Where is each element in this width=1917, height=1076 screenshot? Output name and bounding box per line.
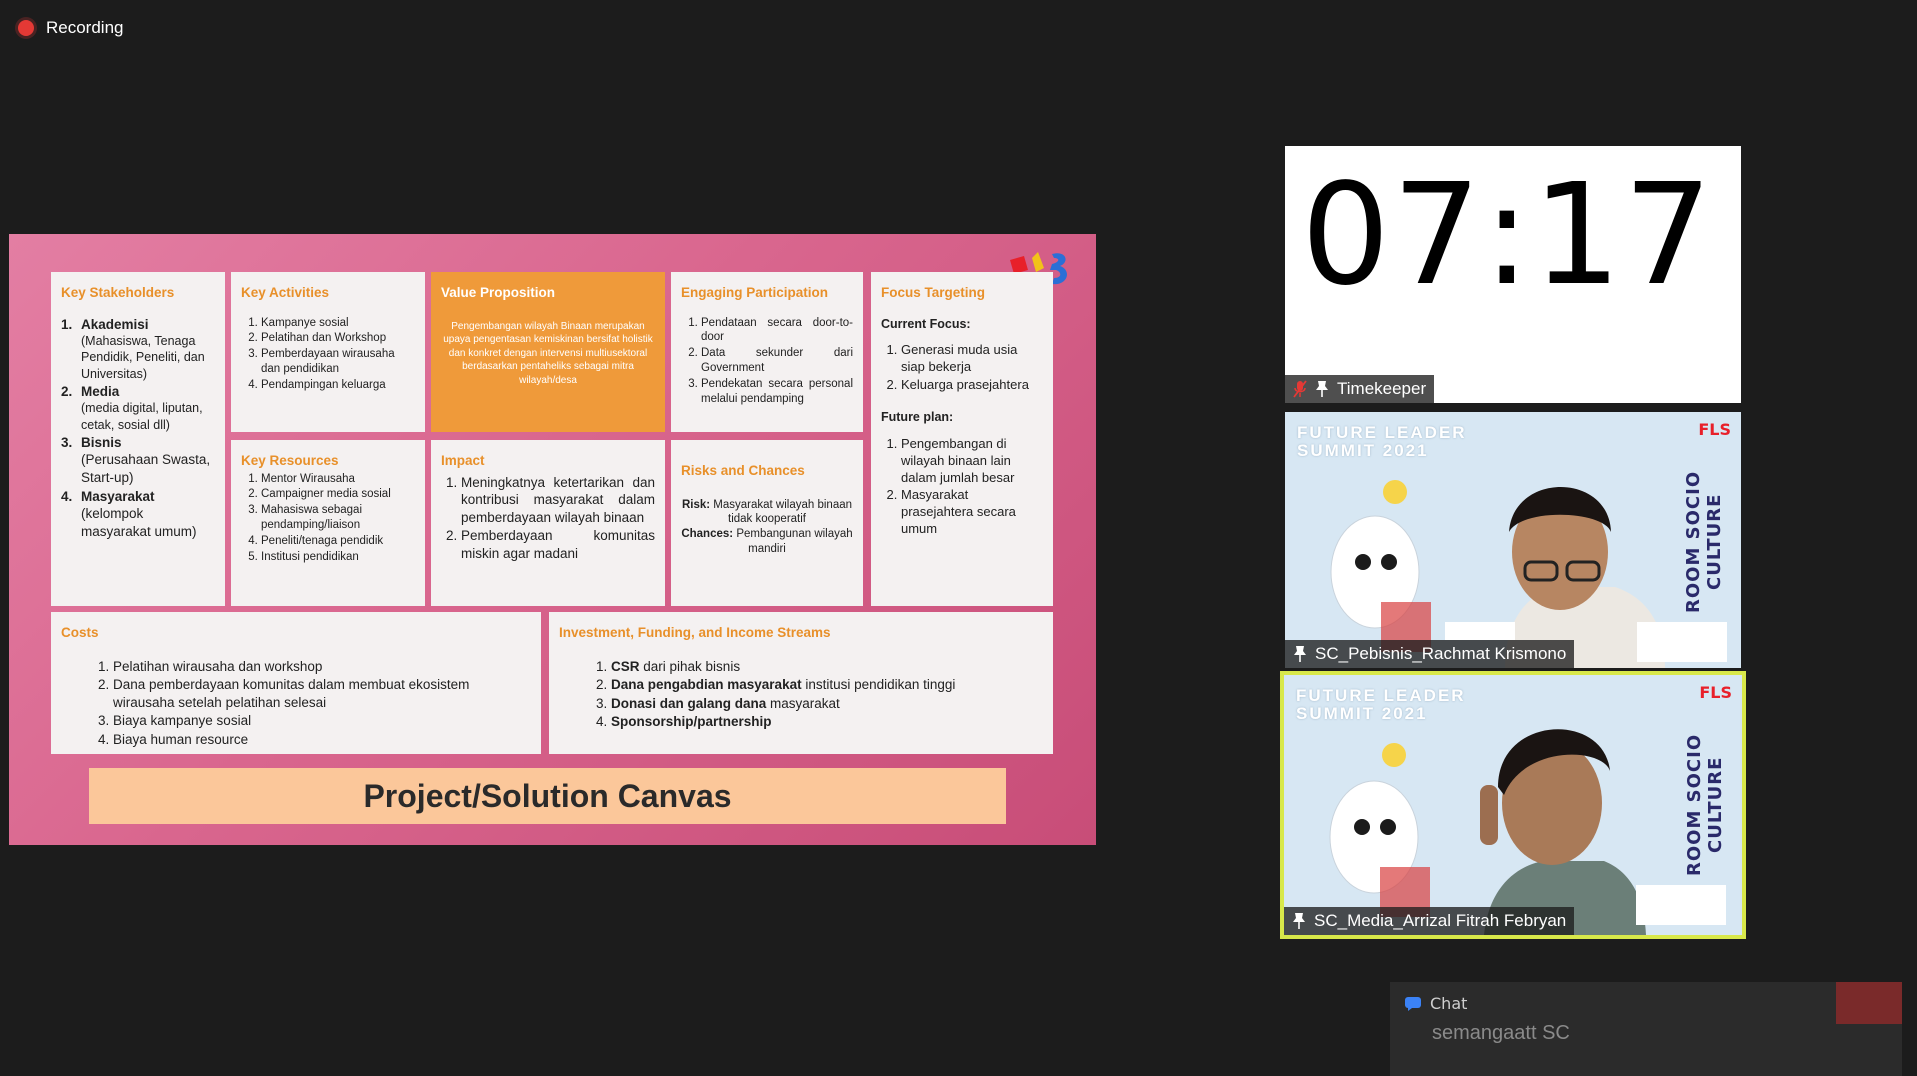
investment-list: CSR dari pihak bisnis Dana pengabdian ma…: [559, 658, 1043, 731]
list-item: Pemberdayaan komunitas miskin agar madan…: [461, 527, 655, 562]
chat-icon: [1405, 996, 1421, 1011]
card-risks-chances: Risks and Chances Risk: Masyarakat wilay…: [671, 440, 863, 606]
card-title: Key Resources: [241, 453, 339, 468]
list-item: Kampanye sosial: [261, 316, 415, 331]
participation-list: Pendataan secara door-to-door Data sekun…: [681, 316, 853, 408]
list-item: Pelatihan dan Workshop: [261, 331, 415, 346]
card-title: Costs: [61, 625, 99, 640]
chat-close-area[interactable]: [1836, 982, 1902, 1024]
card-title: Value Proposition: [441, 285, 556, 300]
list-item: Donasi dan galang dana masyarakat: [611, 695, 1043, 713]
current-focus-list: Generasi muda usia siap bekerja Keluarga…: [881, 342, 1043, 394]
impact-list: Meningkatnya ketertarikan dan kontribusi…: [441, 474, 655, 563]
card-title: Engaging Participation: [681, 285, 829, 300]
list-item: Pengembangan di wilayah binaan lain dala…: [901, 436, 1043, 487]
participant-tile-timekeeper[interactable]: 07:17 Timekeeper: [1285, 146, 1741, 403]
stakeholder-list: 1. Akademisi (Mahasiswa, Tenaga Pendidik, …: [61, 316, 215, 541]
room-label: ROOM SOCIO CULTURE: [1683, 470, 1725, 614]
list-item: Generasi muda usia siap bekerja: [901, 342, 1043, 376]
list-item: Campaigner media sosial: [261, 487, 415, 502]
recording-label: Recording: [46, 18, 124, 37]
banner-title: FUTURE LEADER SUMMIT 2021: [1297, 423, 1467, 460]
list-item: 1. Akademisi (Mahasiswa, Tenaga Pendidik, …: [61, 316, 205, 381]
chance-text: Chances: Pembangunan wilayah mandiri: [681, 528, 853, 556]
list-item: Dana pengabdian masyarakat institusi pen…: [611, 676, 1043, 694]
value-proposition-text: Pengembangan wilayah Binaan merupakan up…: [443, 320, 653, 386]
list-item: 3. Bisnis (Perusahaan Swasta, Start-up): [61, 434, 211, 485]
card-impact: Impact Meningkatnya ketertarikan dan kon…: [431, 440, 665, 606]
list-item: 2. Media (media digital, liputan, cetak, s…: [61, 383, 203, 432]
chat-message: semangaatt SC: [1432, 1022, 1570, 1044]
list-item: Pelatihan wirausaha dan workshop: [113, 658, 531, 676]
participant-name-tag: SC_Media_Arrizal Fitrah Febryan: [1284, 907, 1575, 935]
list-item: Mentor Wirausaha: [261, 472, 415, 487]
list-item: Mahasiswa sebagai pendamping/liaison: [261, 503, 415, 533]
record-icon: [18, 20, 34, 36]
card-key-activities: Key Activities Kampanye sosial Pelatihan…: [231, 272, 425, 432]
list-item: CSR dari pihak bisnis: [611, 658, 1043, 676]
participant-name-tag: SC_Pebisnis_Rachmat Krismono: [1285, 640, 1575, 668]
card-value-proposition: Value Proposition Pengembangan wilayah B…: [431, 272, 665, 432]
pin-icon: [1293, 913, 1305, 929]
risk-text: Risk: Masyarakat wilayah binaan tidak ko…: [681, 498, 853, 526]
list-item: Biaya kampanye sosial: [113, 712, 531, 730]
list-item: Dana pemberdayaan komunitas dalam membua…: [113, 676, 531, 711]
chat-header: Chat: [1404, 994, 1467, 1013]
chat-notification[interactable]: Chat semangaatt SC: [1390, 982, 1902, 1076]
card-title: Key Activities: [241, 285, 330, 300]
card-key-stakeholders: Key Stakeholders 1. Akademisi (Mahasiswa, …: [51, 272, 225, 606]
participant-name: SC_Pebisnis_Rachmat Krismono: [1315, 644, 1567, 663]
card-title: Investment, Funding, and Income Streams: [559, 625, 831, 640]
pin-icon: [1316, 381, 1328, 397]
timer-display: 07:17: [1301, 154, 1715, 317]
participant-name-tag: Timekeeper: [1285, 375, 1435, 403]
list-item: Pendampingan keluarga: [261, 378, 415, 393]
list-item: Keluarga prasejahtera: [901, 377, 1043, 394]
mic-muted-icon: [1293, 380, 1307, 398]
participant-name: Timekeeper: [1337, 379, 1427, 398]
card-title: Focus Targeting: [881, 285, 986, 300]
list-item: Pendataan secara door-to-door: [701, 316, 853, 346]
pin-icon: [1294, 646, 1306, 662]
participant-tile-cam1[interactable]: FUTURE LEADER SUMMIT 2021 FLS ROOM SOCIO…: [1285, 412, 1741, 668]
chat-label: Chat: [1430, 994, 1468, 1013]
list-item: Masyarakat prasejahtera secara umum: [901, 487, 1043, 538]
recording-indicator: Recording: [18, 18, 124, 38]
card-investment: Investment, Funding, and Income Streams …: [549, 612, 1053, 754]
card-costs: Costs Pelatihan wirausaha dan workshop D…: [51, 612, 541, 754]
slide-title: Project/Solution Canvas: [89, 768, 1006, 824]
list-item: Biaya human resource: [113, 731, 531, 749]
banner-title: FUTURE LEADER SUMMIT 2021: [1296, 686, 1466, 723]
list-item: Sponsorship/partnership: [611, 713, 1043, 731]
participant-tile-cam2-active-speaker[interactable]: FUTURE LEADER SUMMIT 2021 FLS ROOM SOCIO…: [1280, 671, 1746, 939]
future-plan-label: Future plan:: [881, 410, 954, 425]
list-item: Data sekunder dari Government: [701, 346, 853, 376]
fls-badge: FLS: [1699, 683, 1732, 702]
card-engaging-participation: Engaging Participation Pendataan secara …: [671, 272, 863, 432]
shared-screen-slide: Key Stakeholders 1. Akademisi (Mahasiswa, …: [9, 234, 1096, 845]
room-label: ROOM SOCIO CULTURE: [1684, 733, 1726, 877]
resources-list: Mentor Wirausaha Campaigner media sosial…: [241, 472, 415, 566]
list-item: 4. Masyarakat (kelompok masyarakat umum): [61, 488, 197, 539]
card-focus-targeting: Focus Targeting Current Focus: Generasi …: [871, 272, 1053, 606]
activities-list: Kampanye sosial Pelatihan dan Workshop P…: [241, 316, 415, 394]
list-item: Institusi pendidikan: [261, 550, 415, 565]
costs-list: Pelatihan wirausaha dan workshop Dana pe…: [61, 658, 531, 749]
current-focus-label: Current Focus:: [881, 316, 971, 331]
list-item: Pemberdayaan wirausaha dan pendidikan: [261, 347, 415, 377]
fls-badge: FLS: [1698, 420, 1731, 439]
card-key-resources: Key Resources Mentor Wirausaha Campaigne…: [231, 440, 425, 606]
list-item: Meningkatnya ketertarikan dan kontribusi…: [461, 474, 655, 527]
card-title: Key Stakeholders: [61, 285, 175, 300]
participant-name: SC_Media_Arrizal Fitrah Febryan: [1314, 911, 1567, 930]
list-item: Pendekatan secara personal melalui penda…: [701, 377, 853, 407]
card-title: Risks and Chances: [681, 463, 805, 478]
list-item: Peneliti/tenaga pendidik: [261, 534, 415, 549]
card-title: Impact: [441, 453, 485, 468]
future-plan-list: Pengembangan di wilayah binaan lain dala…: [881, 436, 1043, 538]
